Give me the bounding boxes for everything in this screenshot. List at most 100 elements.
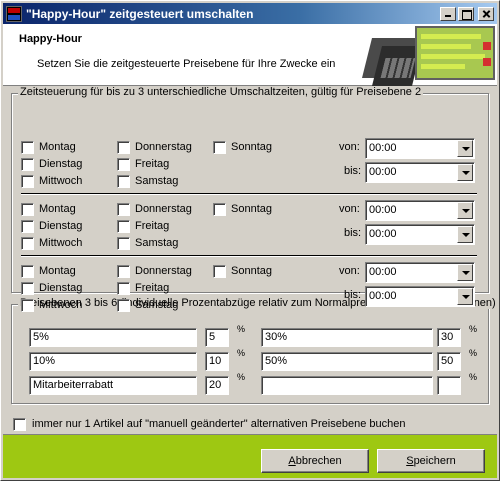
day-label: Freitag	[135, 158, 170, 170]
schedule-legend: Zeitsteuerung für bis zu 3 unterschiedli…	[18, 86, 424, 98]
header-title: Happy-Hour	[19, 33, 82, 45]
chevron-down-icon[interactable]	[457, 226, 473, 243]
day-checkbox-mittwoch[interactable]	[21, 237, 34, 250]
day-checkbox-freitag[interactable]	[117, 282, 130, 295]
maximize-icon[interactable]	[458, 6, 474, 21]
day-checkbox-donnerstag[interactable]	[117, 141, 130, 154]
day-checkbox-dienstag[interactable]	[21, 220, 34, 233]
chevron-down-icon[interactable]	[457, 140, 473, 157]
von-time-value: 00:00	[369, 142, 397, 154]
day-label: Freitag	[135, 220, 170, 232]
price-level-name-field[interactable]: 5%	[29, 328, 197, 347]
day-label: Mittwoch	[39, 175, 83, 187]
von-time-select[interactable]: 00:00	[365, 138, 475, 159]
bis-label: bis:	[344, 289, 362, 301]
day-label: Dienstag	[39, 158, 83, 170]
bis-time-value: 00:00	[369, 228, 397, 240]
close-icon[interactable]	[478, 6, 494, 21]
bis-label: bis:	[344, 165, 362, 177]
von-time-select[interactable]: 00:00	[365, 262, 475, 283]
chevron-down-icon[interactable]	[457, 202, 473, 219]
price-level-percent-field[interactable]: 20	[205, 376, 229, 395]
price-level-percent-field[interactable]: 5	[205, 328, 229, 347]
price-level-percent-field[interactable]	[437, 376, 461, 395]
day-label: Samstag	[135, 299, 179, 311]
minimize-icon[interactable]	[440, 6, 456, 21]
day-checkbox-mittwoch[interactable]	[21, 299, 34, 312]
percent-sign: %	[237, 372, 246, 382]
title-bar[interactable]: "Happy-Hour" zeitgesteuert umschalten	[3, 3, 497, 24]
percent-sign: %	[469, 372, 478, 382]
day-checkbox-sonntag[interactable]	[213, 141, 226, 154]
bis-time-select[interactable]: 00:00	[365, 162, 475, 183]
price-level-percent-field[interactable]: 10	[205, 352, 229, 371]
day-label: Samstag	[135, 237, 179, 249]
percent-sign: %	[469, 348, 478, 358]
bis-time-select[interactable]: 00:00	[365, 224, 475, 245]
price-level-name-field[interactable]: 10%	[29, 352, 197, 371]
cancel-label-rest: bbrechen	[295, 455, 342, 467]
day-label: Samstag	[135, 175, 179, 187]
save-mnemonic: S	[406, 455, 414, 467]
day-checkbox-montag[interactable]	[21, 203, 34, 216]
screen-red-key	[483, 58, 491, 66]
app-logo-icon[interactable]	[6, 5, 22, 22]
bis-time-value: 00:00	[369, 166, 397, 178]
day-label: Montag	[39, 141, 76, 153]
day-checkbox-montag[interactable]	[21, 265, 34, 278]
day-label: Freitag	[135, 282, 170, 294]
save-label-rest: peichern	[413, 455, 456, 467]
day-label: Donnerstag	[135, 203, 192, 215]
day-checkbox-dienstag[interactable]	[21, 282, 34, 295]
screen-line	[421, 64, 465, 69]
footer-bar: Abbrechen Speichern	[3, 434, 497, 478]
chevron-down-icon[interactable]	[457, 264, 473, 281]
price-level-name-field[interactable]: 50%	[261, 352, 433, 371]
single-article-label: immer nur 1 Artikel auf "manuell geänder…	[32, 418, 406, 430]
day-checkbox-montag[interactable]	[21, 141, 34, 154]
price-level-percent-field[interactable]: 50	[437, 352, 461, 371]
header-subtitle: Setzen Sie die zeitgesteuerte Preisebene…	[37, 58, 336, 70]
pos-terminal-image	[359, 24, 497, 86]
price-level-name-field[interactable]: Mitarbeiterrabatt	[29, 376, 197, 395]
save-button[interactable]: Speichern	[377, 449, 485, 473]
price-level-name-field[interactable]: 30%	[261, 328, 433, 347]
day-label: Sonntag	[231, 265, 272, 277]
schedule-separator	[21, 193, 477, 195]
day-checkbox-dienstag[interactable]	[21, 158, 34, 171]
day-label: Mittwoch	[39, 237, 83, 249]
chevron-down-icon[interactable]	[457, 288, 473, 305]
day-checkbox-samstag[interactable]	[117, 237, 130, 250]
day-checkbox-sonntag[interactable]	[213, 203, 226, 216]
day-checkbox-mittwoch[interactable]	[21, 175, 34, 188]
day-label: Montag	[39, 203, 76, 215]
von-label: von:	[339, 265, 360, 277]
day-label: Sonntag	[231, 203, 272, 215]
day-checkbox-samstag[interactable]	[117, 299, 130, 312]
single-article-checkbox[interactable]	[13, 418, 26, 431]
header-banner: Happy-Hour Setzen Sie die zeitgesteuerte…	[3, 24, 497, 86]
day-checkbox-samstag[interactable]	[117, 175, 130, 188]
day-checkbox-freitag[interactable]	[117, 220, 130, 233]
cancel-button[interactable]: Abbrechen	[261, 449, 369, 473]
von-time-select[interactable]: 00:00	[365, 200, 475, 221]
screen-line	[421, 44, 471, 49]
day-label: Mittwoch	[39, 299, 83, 311]
schedule-separator	[21, 255, 477, 257]
day-checkbox-sonntag[interactable]	[213, 265, 226, 278]
von-label: von:	[339, 141, 360, 153]
screen-line	[421, 54, 485, 59]
terminal-keypad-shape	[380, 58, 416, 78]
day-checkbox-donnerstag[interactable]	[117, 265, 130, 278]
price-level-name-field[interactable]	[261, 376, 433, 395]
percent-sign: %	[469, 324, 478, 334]
day-checkbox-freitag[interactable]	[117, 158, 130, 171]
bis-label: bis:	[344, 227, 362, 239]
day-checkbox-donnerstag[interactable]	[117, 203, 130, 216]
day-label: Donnerstag	[135, 265, 192, 277]
von-time-value: 00:00	[369, 204, 397, 216]
price-level-percent-field[interactable]: 30	[437, 328, 461, 347]
chevron-down-icon[interactable]	[457, 164, 473, 181]
day-label: Dienstag	[39, 282, 83, 294]
bis-time-select[interactable]: 00:00	[365, 286, 475, 307]
